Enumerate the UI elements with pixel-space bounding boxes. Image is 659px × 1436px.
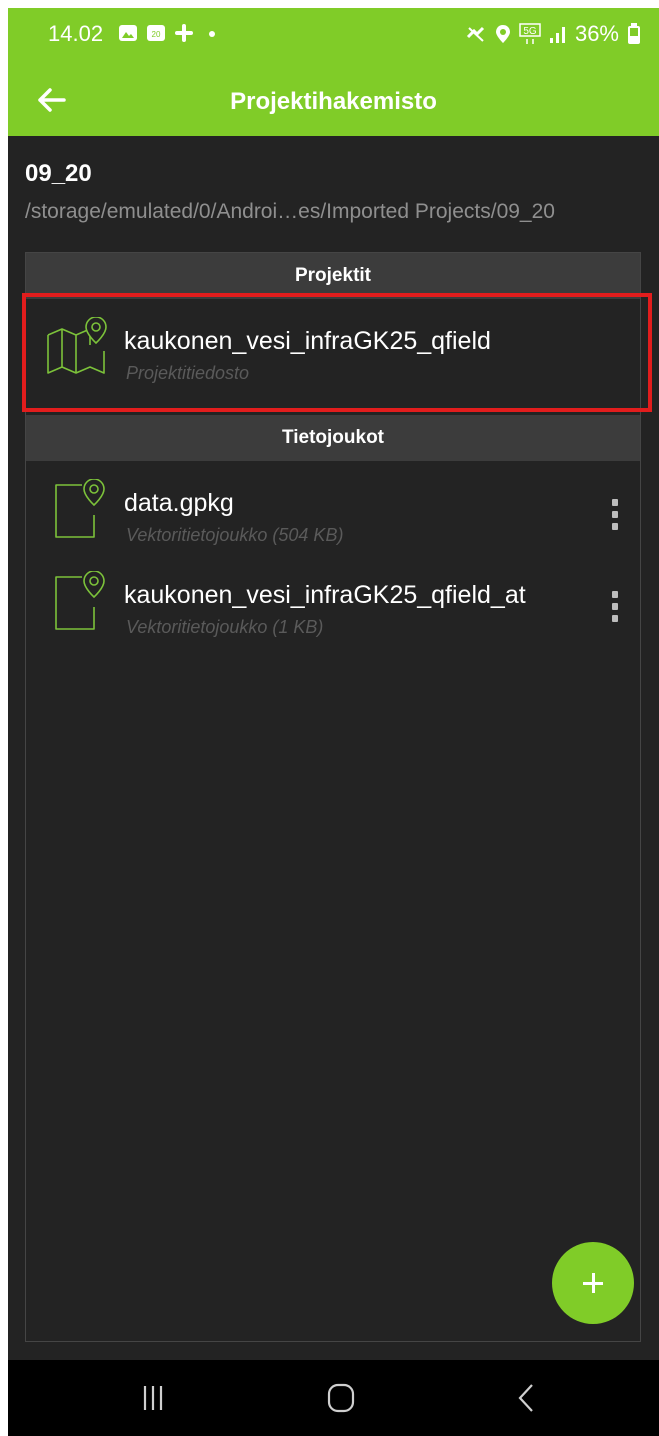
- mute-icon: [466, 26, 485, 42]
- battery-icon: [628, 23, 640, 44]
- project-name: kaukonen_vesi_infraGK25_qfield: [124, 327, 491, 355]
- status-system-icons: 5G 36%: [465, 21, 641, 47]
- more-options-icon[interactable]: [610, 591, 620, 627]
- add-button[interactable]: [552, 1242, 634, 1324]
- page-title: Projektihakemisto: [230, 88, 437, 115]
- dataset-type: Vektoritietojoukko (504 KB): [126, 525, 344, 545]
- dataset-name: data.gpkg: [124, 489, 234, 517]
- 5g-icon: 5G: [519, 23, 541, 44]
- folder-name: 09_20: [25, 160, 92, 187]
- slack-icon: [175, 24, 193, 42]
- list-item-dataset[interactable]: data.gpkg Vektoritietojoukko (504 KB): [26, 461, 640, 565]
- back-nav-icon[interactable]: [502, 1378, 552, 1418]
- folder-path: /storage/emulated/0/Androi…es/Imported P…: [25, 200, 555, 223]
- signal-icon: [549, 27, 565, 43]
- status-time: 14.02: [48, 21, 104, 46]
- system-nav-bar: [8, 1360, 659, 1436]
- file-pin-icon: [55, 571, 105, 630]
- recents-icon[interactable]: [128, 1378, 178, 1418]
- status-bar: 14.02 20 5G 36%: [8, 8, 659, 64]
- svg-text:5G: 5G: [523, 26, 537, 37]
- map-pin-icon: [47, 317, 107, 374]
- location-icon: [495, 25, 510, 43]
- section-header-datasets: Tietojoukot: [26, 415, 640, 461]
- more-options-icon[interactable]: [610, 499, 620, 535]
- project-type: Projektitiedosto: [126, 363, 250, 383]
- section-header-projects: Projektit: [26, 253, 640, 299]
- calendar-icon: 20: [147, 25, 165, 41]
- dot-icon: [209, 31, 215, 37]
- home-icon[interactable]: [316, 1378, 366, 1418]
- status-notification-icons: 20: [118, 23, 222, 43]
- list-item-project[interactable]: kaukonen_vesi_infraGK25_qfield Projektit…: [26, 299, 640, 403]
- screen: 14.02 20 5G 36% Projektihakemisto 09_20 …: [8, 8, 659, 1436]
- list-item-dataset[interactable]: kaukonen_vesi_infraGK25_qfield_at Vektor…: [26, 553, 640, 657]
- battery-percent: 36%: [574, 21, 619, 46]
- file-pin-icon: [55, 479, 105, 538]
- file-list-panel: Projektit kaukonen_vesi_infraGK25_qfield…: [25, 252, 641, 1342]
- app-toolbar: Projektihakemisto: [8, 64, 659, 136]
- dataset-type: Vektoritietojoukko (1 KB): [126, 617, 324, 637]
- gallery-icon: [119, 25, 137, 41]
- dataset-name: kaukonen_vesi_infraGK25_qfield_at: [124, 581, 526, 609]
- svg-text:20: 20: [152, 30, 161, 39]
